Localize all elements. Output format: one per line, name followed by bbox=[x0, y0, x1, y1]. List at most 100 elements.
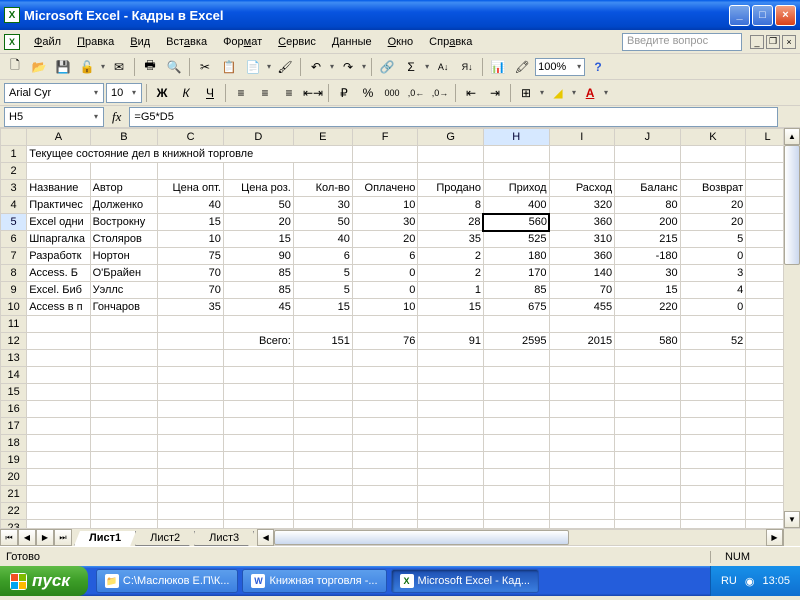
font-size-select[interactable]: 10▾ bbox=[106, 83, 142, 103]
cell-G2[interactable] bbox=[418, 163, 484, 180]
cell-A21[interactable] bbox=[27, 486, 90, 503]
row-header-12[interactable]: 12 bbox=[1, 333, 27, 350]
cell-K17[interactable] bbox=[680, 418, 746, 435]
sheet-tab-Лист2[interactable]: Лист2 bbox=[135, 531, 195, 546]
cell-F2[interactable] bbox=[352, 163, 418, 180]
copy-button[interactable]: 📋 bbox=[218, 56, 240, 78]
cell-I19[interactable] bbox=[549, 452, 615, 469]
cell-I21[interactable] bbox=[549, 486, 615, 503]
cell-G3[interactable]: Продано bbox=[418, 180, 484, 197]
cell-J8[interactable]: 30 bbox=[615, 265, 681, 282]
cell-I10[interactable]: 455 bbox=[549, 299, 615, 316]
font-color-button[interactable]: A bbox=[579, 82, 601, 104]
col-header-J[interactable]: J bbox=[615, 129, 681, 146]
cell-A3[interactable]: Название bbox=[27, 180, 90, 197]
cell-J22[interactable] bbox=[615, 503, 681, 520]
cell-A5[interactable]: Excel одни bbox=[27, 214, 90, 231]
cell-K6[interactable]: 5 bbox=[680, 231, 746, 248]
save-button[interactable]: 💾 bbox=[52, 56, 74, 78]
cell-F5[interactable]: 30 bbox=[352, 214, 418, 231]
cell-C6[interactable]: 10 bbox=[158, 231, 224, 248]
cell-C17[interactable] bbox=[158, 418, 224, 435]
cell-K10[interactable]: 0 bbox=[680, 299, 746, 316]
formula-input[interactable]: =G5*D5 bbox=[129, 107, 778, 127]
cell-E11[interactable] bbox=[293, 316, 352, 333]
row-header-18[interactable]: 18 bbox=[1, 435, 27, 452]
cell-F20[interactable] bbox=[352, 469, 418, 486]
cell-F18[interactable] bbox=[352, 435, 418, 452]
cell-K5[interactable]: 20 bbox=[680, 214, 746, 231]
cell-A15[interactable] bbox=[27, 384, 90, 401]
bold-button[interactable]: Ж bbox=[151, 82, 173, 104]
cell-J2[interactable] bbox=[615, 163, 681, 180]
cell-B18[interactable] bbox=[90, 435, 158, 452]
hscroll-thumb[interactable] bbox=[274, 530, 569, 545]
cell-J7[interactable]: -180 bbox=[615, 248, 681, 265]
cell-D6[interactable]: 15 bbox=[223, 231, 293, 248]
taskbar-item-1[interactable]: WКнижная торговля -... bbox=[242, 569, 386, 593]
cell-B21[interactable] bbox=[90, 486, 158, 503]
print-preview-button[interactable]: 🔍 bbox=[163, 56, 185, 78]
cell-G15[interactable] bbox=[418, 384, 484, 401]
cell-I11[interactable] bbox=[549, 316, 615, 333]
cell-A18[interactable] bbox=[27, 435, 90, 452]
cell-A7[interactable]: Разработк bbox=[27, 248, 90, 265]
cell-B15[interactable] bbox=[90, 384, 158, 401]
cell-K14[interactable] bbox=[680, 367, 746, 384]
cell-D16[interactable] bbox=[223, 401, 293, 418]
cell-J6[interactable]: 215 bbox=[615, 231, 681, 248]
cell-K4[interactable]: 20 bbox=[680, 197, 746, 214]
cell-H6[interactable]: 525 bbox=[483, 231, 549, 248]
cell-K12[interactable]: 52 bbox=[680, 333, 746, 350]
menu-insert[interactable]: Вставка bbox=[158, 34, 215, 50]
cell-B7[interactable]: Нортон bbox=[90, 248, 158, 265]
cell-C21[interactable] bbox=[158, 486, 224, 503]
cell-I7[interactable]: 360 bbox=[549, 248, 615, 265]
new-button[interactable]: 🗋 bbox=[4, 56, 26, 78]
cell-C12[interactable] bbox=[158, 333, 224, 350]
chart-wizard-button[interactable]: 📊 bbox=[487, 56, 509, 78]
decrease-decimal-button[interactable]: ,0→ bbox=[429, 82, 451, 104]
cell-G6[interactable]: 35 bbox=[418, 231, 484, 248]
cell-J3[interactable]: Баланс bbox=[615, 180, 681, 197]
row-header-8[interactable]: 8 bbox=[1, 265, 27, 282]
cell-H5[interactable]: 560 bbox=[483, 214, 549, 231]
col-header-I[interactable]: I bbox=[549, 129, 615, 146]
print-button[interactable]: 🖶 bbox=[139, 56, 161, 78]
cell-D21[interactable] bbox=[223, 486, 293, 503]
cell-E9[interactable]: 5 bbox=[293, 282, 352, 299]
sheet-next-button[interactable]: ▶ bbox=[36, 529, 54, 546]
cell-K15[interactable] bbox=[680, 384, 746, 401]
cell-F21[interactable] bbox=[352, 486, 418, 503]
row-header-11[interactable]: 11 bbox=[1, 316, 27, 333]
cell-K11[interactable] bbox=[680, 316, 746, 333]
cell-G16[interactable] bbox=[418, 401, 484, 418]
cell-I20[interactable] bbox=[549, 469, 615, 486]
cell-K2[interactable] bbox=[680, 163, 746, 180]
cell-D10[interactable]: 45 bbox=[223, 299, 293, 316]
row-header-2[interactable]: 2 bbox=[1, 163, 27, 180]
col-header-B[interactable]: B bbox=[90, 129, 158, 146]
cell-I17[interactable] bbox=[549, 418, 615, 435]
zoom-select[interactable]: 100%▾ bbox=[535, 58, 585, 76]
cell-A4[interactable]: Практичес bbox=[27, 197, 90, 214]
cell-E12[interactable]: 151 bbox=[293, 333, 352, 350]
maximize-button[interactable]: □ bbox=[752, 5, 773, 26]
cell-K16[interactable] bbox=[680, 401, 746, 418]
cell-G14[interactable] bbox=[418, 367, 484, 384]
cell-H18[interactable] bbox=[483, 435, 549, 452]
cell-I4[interactable]: 320 bbox=[549, 197, 615, 214]
cell-C13[interactable] bbox=[158, 350, 224, 367]
increase-decimal-button[interactable]: ,0← bbox=[405, 82, 427, 104]
cell-E18[interactable] bbox=[293, 435, 352, 452]
cell-I9[interactable]: 70 bbox=[549, 282, 615, 299]
cell-C19[interactable] bbox=[158, 452, 224, 469]
cell-J19[interactable] bbox=[615, 452, 681, 469]
cell-G17[interactable] bbox=[418, 418, 484, 435]
cell-F6[interactable]: 20 bbox=[352, 231, 418, 248]
cell-B8[interactable]: О'Брайен bbox=[90, 265, 158, 282]
font-select[interactable]: Arial Cyr▾ bbox=[4, 83, 104, 103]
sheet-tab-Лист1[interactable]: Лист1 bbox=[74, 531, 136, 546]
cell-B20[interactable] bbox=[90, 469, 158, 486]
cell-F16[interactable] bbox=[352, 401, 418, 418]
